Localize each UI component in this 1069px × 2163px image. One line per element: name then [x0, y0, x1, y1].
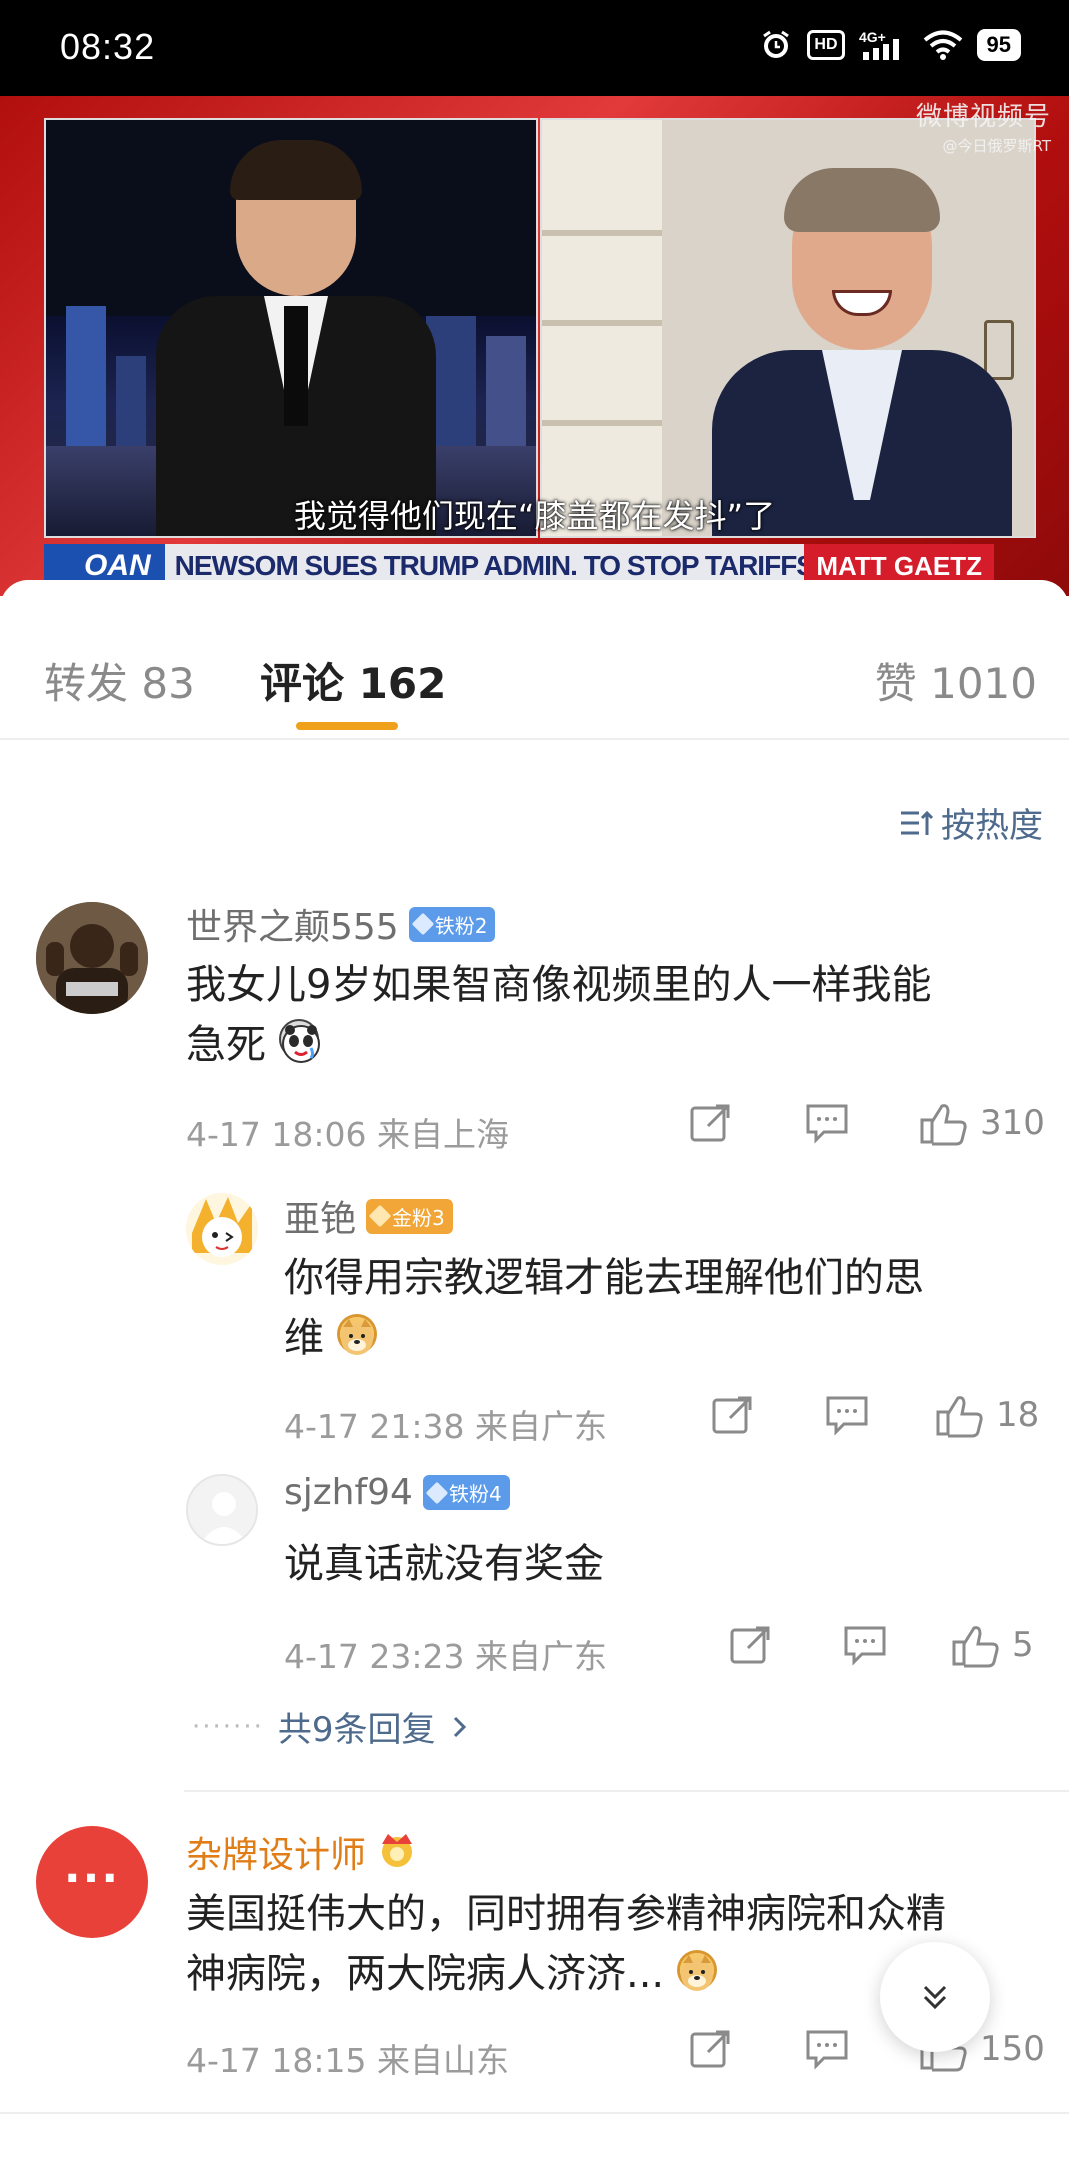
- tab-bar: 转发 83 评论 162 赞 1010: [0, 580, 1069, 740]
- chevron-right-icon: [453, 1716, 466, 1737]
- more-replies-link[interactable]: ······· 共9条回复: [192, 1702, 470, 1751]
- sort-button[interactable]: 按热度: [897, 798, 1043, 847]
- bookshelf: [542, 120, 662, 536]
- reply-username-row: sjzhf94 铁粉4: [284, 1472, 510, 1513]
- diamond-icon: [411, 912, 435, 936]
- reply-actions: 18: [710, 1392, 1039, 1438]
- sort-label: 按热度: [941, 806, 1043, 846]
- more-replies-label: 共9条回复: [277, 1710, 436, 1750]
- avatar[interactable]: [186, 1193, 258, 1265]
- comment-username[interactable]: 世界之颠555: [186, 898, 399, 950]
- status-bar: 08:32 HD 4G+ 95: [0, 0, 1069, 96]
- video-frame-guest: [540, 118, 1036, 538]
- doge-emoji-icon: [336, 1314, 377, 1355]
- comment-text: 美国挺伟大的，同时拥有参精神病院和众精 神病院，两大院病人济济...: [186, 1891, 946, 1997]
- fan-badge: 铁粉2: [408, 906, 496, 942]
- diamond-icon: [425, 1481, 449, 1504]
- tab-repost[interactable]: 转发 83: [44, 650, 195, 711]
- reply-button[interactable]: [824, 1392, 870, 1438]
- comment-divider: [184, 1790, 1069, 1792]
- comment-username[interactable]: 杂牌设计师: [186, 1826, 366, 1878]
- reply-meta: 4-17 23:23 来自广东: [284, 1637, 607, 1676]
- dots-separator: ·······: [192, 1711, 264, 1742]
- guest-person: [692, 160, 1012, 536]
- host-person: [156, 140, 436, 536]
- comment-actions: 150: [688, 2026, 1045, 2072]
- like-button[interactable]: 18: [934, 1392, 1039, 1438]
- like-count: 310: [980, 1103, 1045, 1143]
- crown-icon: [376, 1828, 418, 1877]
- fan-badge: 金粉3: [366, 1198, 453, 1234]
- reply-meta: 4-17 21:38 来自广东: [284, 1407, 607, 1446]
- weibo-watermark: 微博视频号 @今日俄罗斯RT: [916, 96, 1051, 156]
- ticker-text: NEWSOM SUES TRUMP ADMIN. TO STOP TARIFFS: [174, 550, 805, 581]
- reply-button[interactable]: [804, 2026, 850, 2072]
- share-button[interactable]: [728, 1622, 774, 1668]
- tab-comments[interactable]: 评论 162: [260, 650, 446, 711]
- comment-actions: 310: [688, 1100, 1045, 1146]
- share-button[interactable]: [710, 1392, 756, 1438]
- share-button[interactable]: [688, 2026, 734, 2072]
- like-count: 5: [1012, 1625, 1034, 1665]
- avatar[interactable]: [36, 902, 148, 1014]
- reply-actions: 5: [728, 1622, 1034, 1668]
- avatar[interactable]: ···: [36, 1826, 148, 1938]
- reply-button[interactable]: [804, 1100, 850, 1146]
- video-frame-host: [44, 118, 538, 538]
- panda-emoji-icon: [278, 1019, 320, 1063]
- sort-icon: [897, 805, 934, 841]
- alarm-icon: [759, 28, 793, 62]
- bottom-divider: [0, 2112, 1069, 2114]
- avatar[interactable]: [186, 1474, 258, 1546]
- like-button[interactable]: 5: [950, 1622, 1034, 1668]
- status-time: 08:32: [60, 26, 156, 67]
- reply-text: 说真话就没有奖金: [284, 1541, 604, 1587]
- diamond-icon: [368, 1204, 392, 1228]
- battery-icon: 95: [976, 29, 1021, 61]
- comment-username-row: 杂牌设计师: [186, 1826, 418, 1878]
- comment-username-row: 世界之颠555 铁粉2: [186, 898, 496, 950]
- svg-text:4G+: 4G+: [859, 29, 886, 45]
- fan-badge: 铁粉4: [422, 1475, 510, 1510]
- watermark-main: 微博视频号: [915, 102, 1051, 132]
- doge-emoji-icon: [676, 1950, 717, 1991]
- video-subtitle: 我觉得他们现在“膝盖都在发抖”了: [293, 497, 776, 535]
- reply-username-row: 亜铯 金粉3: [284, 1190, 453, 1242]
- wifi-icon: [923, 28, 963, 62]
- comment-meta: 4-17 18:15 来自山东: [186, 2041, 509, 2080]
- like-button[interactable]: 310: [918, 1100, 1045, 1146]
- status-icons: HD 4G+ 95: [759, 28, 1021, 62]
- active-tab-indicator: [296, 722, 398, 730]
- reply-text: 你得用宗教逻辑才能去理解他们的思 维: [284, 1255, 924, 1361]
- signal-4g-icon: 4G+: [859, 28, 909, 62]
- like-count: 18: [996, 1395, 1040, 1435]
- avatar-dots: ···: [63, 1852, 121, 1904]
- reply-username[interactable]: sjzhf94: [284, 1472, 413, 1513]
- video-player[interactable]: 微博视频号 @今日俄罗斯RT 我觉得他们现在“膝盖都在发抖”了 OAN NEWS…: [0, 96, 1069, 596]
- share-button[interactable]: [688, 1100, 734, 1146]
- reply-button[interactable]: [842, 1622, 888, 1668]
- tab-likes[interactable]: 赞 1010: [875, 650, 1037, 711]
- reply-username[interactable]: 亜铯: [284, 1190, 356, 1242]
- like-count: 150: [980, 2029, 1045, 2069]
- comment-text: 我女儿9岁如果智商像视频里的人一样我能 急死: [186, 962, 932, 1068]
- scroll-to-bottom-button[interactable]: [880, 1942, 990, 2052]
- hd-icon: HD: [807, 30, 845, 60]
- watermark-sub: @今日俄罗斯RT: [942, 137, 1052, 155]
- double-chevron-down-icon: [923, 1985, 947, 2010]
- comment-meta: 4-17 18:06 来自上海: [186, 1115, 509, 1154]
